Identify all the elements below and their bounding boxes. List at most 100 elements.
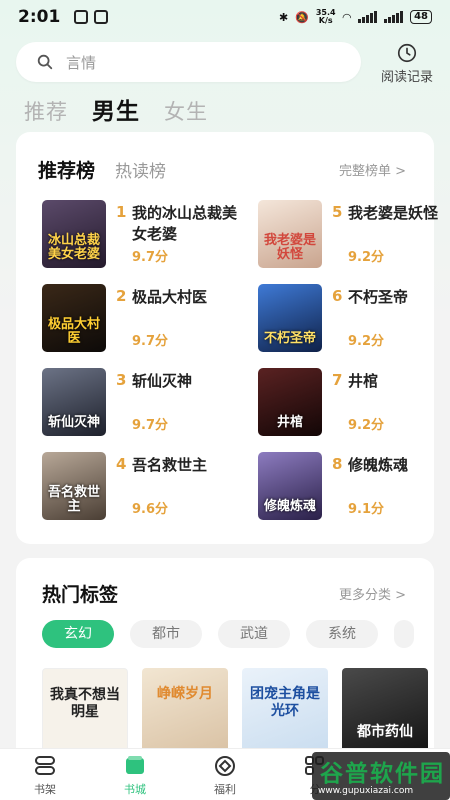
wifi-icon: ◠ (342, 10, 352, 24)
clock-icon (397, 43, 417, 63)
nav-welfare[interactable]: 福利 (180, 749, 270, 800)
cover-title: 斩仙灭神 (47, 415, 100, 430)
ranking-book-4[interactable]: 吾名救世主 4 吾名救世主 9.6分 (42, 452, 242, 522)
rank-number: 2 (116, 287, 127, 305)
full-ranking-link[interactable]: 完整榜单 > (339, 160, 406, 179)
rank-number: 7 (332, 371, 343, 389)
rank-number: 5 (332, 203, 343, 221)
tag-xitong[interactable]: 系统 (306, 620, 378, 648)
cover-title: 极品大村医 (47, 317, 100, 346)
tag-xuanhuan[interactable]: 玄幻 (42, 620, 114, 648)
book-title: 我老婆是妖怪 (348, 204, 439, 222)
nav-label: 书城 (124, 783, 146, 796)
book-cover: 斩仙灭神 (42, 368, 106, 436)
cover-title: 我真不想当明星 (50, 687, 120, 720)
welfare-icon (215, 756, 235, 776)
book-cover: 吾名救世主 (42, 452, 106, 520)
hot-tags-title: 热门标签 (42, 584, 119, 606)
tag-overflow[interactable] (394, 620, 414, 648)
search-placeholder: 言情 (66, 53, 97, 72)
tab-male[interactable]: 男生 (92, 92, 140, 126)
search-icon (37, 54, 53, 70)
more-categories-link[interactable]: 更多分类 > (339, 584, 406, 603)
nav-bookstore[interactable]: 书城 (90, 749, 180, 800)
tag-book-1[interactable]: 我真不想当明星 (42, 668, 128, 758)
tag-wudao[interactable]: 武道 (218, 620, 290, 648)
cover-title: 峥嵘岁月 (157, 686, 213, 702)
book-score: 9.2分 (348, 250, 385, 265)
book-score: 9.2分 (348, 334, 385, 349)
ranking-book-6[interactable]: 不朽圣帝 6 不朽圣帝 9.2分 (258, 284, 450, 354)
network-speed: 35.4 K/s (315, 8, 336, 25)
ranking-book-5[interactable]: 我老婆是妖怪 5 我老婆是妖怪 9.2分 (258, 200, 450, 270)
ranking-book-3[interactable]: 斩仙灭神 3 斩仙灭神 9.7分 (42, 368, 242, 438)
gender-tabs: 推荐 男生 女生 (24, 92, 208, 126)
tag-book-list: 我真不想当明星 峥嵘岁月 团宠主角是光环 都市药仙 (42, 668, 428, 758)
book-title: 吾名救世主 (132, 456, 208, 474)
ranking-card: 推荐榜 热读榜 完整榜单 > 冰山总裁美女老婆 1 我的冰山总裁美女老婆 9.7… (16, 132, 438, 544)
book-title: 我的冰山总裁美女老婆 (132, 204, 238, 243)
tab-female[interactable]: 女生 (164, 96, 208, 126)
cover-title: 团宠主角是光环 (250, 686, 320, 719)
cover-title: 冰山总裁美女老婆 (47, 233, 100, 262)
nav-label: 书架 (34, 783, 56, 796)
ranking-tabs: 推荐榜 热读榜 (38, 156, 166, 183)
book-score: 9.7分 (132, 334, 169, 349)
nfc-icon (74, 10, 89, 24)
watermark-url: www.gupuxiazai.com (318, 786, 414, 796)
cover-title: 不朽圣帝 (263, 331, 316, 346)
hot-tags-card: 热门标签 更多分类 > 玄幻 都市 武道 系统 我真不想当明星 峥嵘岁月 团宠主… (16, 558, 434, 758)
book-score: 9.2分 (348, 418, 385, 433)
status-bar: 2:01 ✱ 🔕 35.4 K/s ◠ 48 (0, 0, 450, 34)
book-score: 9.1分 (348, 502, 385, 517)
battery-indicator: 48 (410, 10, 432, 24)
book-score: 9.7分 (132, 250, 169, 265)
rank-number: 3 (116, 371, 127, 389)
alarm-icon (94, 10, 109, 24)
reading-history-button[interactable]: 阅读记录 (372, 42, 442, 85)
tab-recommend[interactable]: 推荐 (24, 96, 68, 126)
book-title: 极品大村医 (132, 288, 208, 306)
ranking-book-7[interactable]: 井棺 7 井棺 9.2分 (258, 368, 450, 438)
book-title: 井棺 (348, 372, 379, 390)
watermark-overlay: 谷普软件园 www.gupuxiazai.com (312, 752, 450, 800)
book-cover: 不朽圣帝 (258, 284, 322, 352)
ranking-book-8[interactable]: 修魄炼魂 8 修魄炼魂 9.1分 (258, 452, 450, 522)
cover-title: 井棺 (276, 415, 303, 430)
nav-label: 福利 (214, 783, 236, 796)
status-time: 2:01 (18, 7, 61, 27)
ranking-book-1[interactable]: 冰山总裁美女老婆 1 我的冰山总裁美女老婆 9.7分 (42, 200, 242, 270)
book-cover: 井棺 (258, 368, 322, 436)
ranking-book-2[interactable]: 极品大村医 2 极品大村医 9.7分 (42, 284, 242, 354)
tab-hot-reading-list[interactable]: 热读榜 (115, 157, 166, 182)
book-title: 修魄炼魂 (348, 456, 409, 474)
rank-number: 6 (332, 287, 343, 305)
tag-book-3[interactable]: 团宠主角是光环 (242, 668, 328, 758)
mute-icon: 🔕 (295, 10, 309, 24)
watermark-title: 谷普软件园 (320, 761, 445, 787)
tag-book-2[interactable]: 峥嵘岁月 (142, 668, 228, 758)
tab-recommend-list[interactable]: 推荐榜 (38, 156, 95, 183)
cover-title: 修魄炼魂 (263, 499, 316, 514)
book-cover: 冰山总裁美女老婆 (42, 200, 106, 268)
reading-history-label: 阅读记录 (380, 70, 433, 85)
bookshelf-icon (35, 756, 55, 775)
search-bar[interactable]: 言情 (16, 42, 361, 82)
signal-icon (358, 11, 378, 23)
notification-icons (74, 10, 109, 24)
rank-number: 8 (332, 455, 343, 473)
book-cover: 极品大村医 (42, 284, 106, 352)
book-score: 9.7分 (132, 418, 169, 433)
book-cover: 修魄炼魂 (258, 452, 322, 520)
tag-book-4[interactable]: 都市药仙 (342, 668, 428, 758)
status-right: ✱ 🔕 35.4 K/s ◠ 48 (279, 9, 432, 25)
rank-number: 4 (116, 455, 127, 473)
book-title: 斩仙灭神 (132, 372, 193, 390)
rank-number: 1 (116, 203, 127, 221)
tag-dushi[interactable]: 都市 (130, 620, 202, 648)
cover-title: 吾名救世主 (47, 485, 100, 514)
signal-icon-2 (384, 11, 404, 23)
nav-bookshelf[interactable]: 书架 (0, 749, 90, 800)
cover-title: 我老婆是妖怪 (263, 233, 316, 262)
book-title: 不朽圣帝 (348, 288, 409, 306)
